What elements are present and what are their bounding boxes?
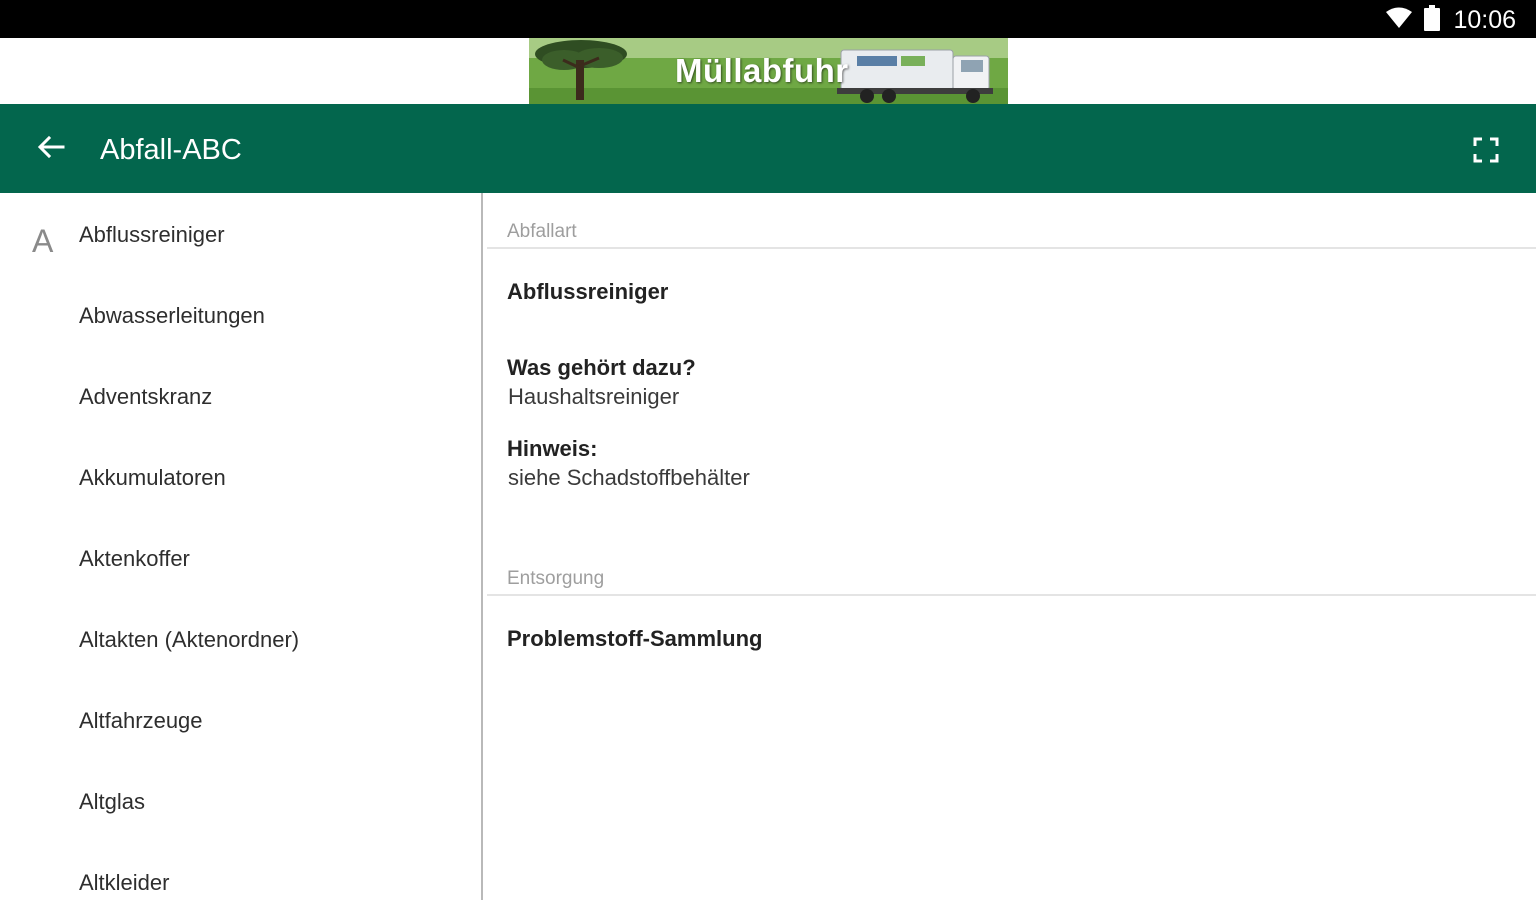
list-item[interactable]: Altfahrzeuge bbox=[79, 691, 203, 751]
section-divider bbox=[487, 594, 1536, 596]
waste-list: A Abflussreiniger Abwasserleitungen Adve… bbox=[0, 193, 481, 900]
list-item[interactable]: Akkumulatoren bbox=[79, 448, 226, 508]
section-letter: A bbox=[32, 223, 54, 259]
status-time: 10:06 bbox=[1453, 5, 1516, 34]
section-header-abfallart: Abfallart bbox=[507, 221, 577, 242]
section-header-entsorgung: Entsorgung bbox=[507, 568, 605, 589]
status-bar: 10:06 bbox=[0, 0, 1536, 38]
wifi-icon bbox=[1385, 6, 1413, 34]
disposal-value: Problemstoff-Sammlung bbox=[507, 626, 763, 651]
tree-icon bbox=[535, 40, 627, 100]
back-button[interactable] bbox=[30, 128, 72, 170]
banner-image: Müllabfuhr bbox=[529, 38, 1008, 104]
list-item[interactable]: Altglas bbox=[79, 772, 145, 832]
hint-value: siehe Schadstoffbehälter bbox=[508, 465, 750, 490]
banner-area: Müllabfuhr bbox=[0, 38, 1536, 104]
status-icons: 10:06 bbox=[1385, 4, 1516, 36]
what-belongs-value: Haushaltsreiniger bbox=[508, 384, 680, 409]
battery-icon bbox=[1423, 5, 1441, 35]
garbage-truck-icon bbox=[837, 49, 993, 103]
banner-title: Müllabfuhr bbox=[675, 52, 849, 89]
list-item[interactable]: Altakten (Aktenordner) bbox=[79, 610, 299, 670]
app-bar: Abfall-ABC bbox=[0, 104, 1536, 193]
arrow-back-icon bbox=[37, 135, 65, 163]
list-item[interactable]: Abflussreiniger bbox=[79, 205, 225, 265]
list-item[interactable]: Abwasserleitungen bbox=[79, 286, 265, 346]
hint-label: Hinweis: bbox=[507, 436, 598, 461]
detail-pane: Abfallart Abflussreiniger Was gehört daz… bbox=[483, 193, 1536, 900]
list-item[interactable]: Aktenkoffer bbox=[79, 529, 190, 589]
fullscreen-icon bbox=[1473, 137, 1499, 167]
page-title: Abfall-ABC bbox=[100, 134, 242, 166]
fullscreen-button[interactable] bbox=[1466, 132, 1506, 172]
item-name: Abflussreiniger bbox=[507, 279, 669, 304]
list-item[interactable]: Altkleider bbox=[79, 853, 169, 913]
section-divider bbox=[487, 247, 1536, 249]
what-belongs-label: Was gehört dazu? bbox=[507, 355, 696, 380]
list-item[interactable]: Adventskranz bbox=[79, 367, 212, 427]
